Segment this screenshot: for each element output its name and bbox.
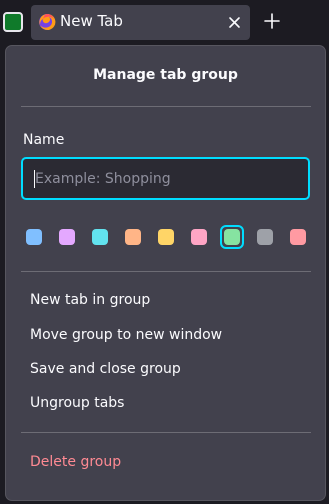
color-swatch-orange[interactable] <box>125 229 141 245</box>
color-swatch-purple[interactable] <box>59 229 75 245</box>
color-swatch-yellow[interactable] <box>158 229 174 245</box>
new-tab-plus-icon[interactable] <box>263 12 281 30</box>
name-placeholder: Example: Shopping <box>35 171 171 187</box>
color-swatch-blue[interactable] <box>26 229 42 245</box>
close-icon[interactable] <box>228 16 241 29</box>
divider <box>21 106 311 107</box>
color-swatch-red[interactable] <box>290 229 306 245</box>
delete-group-item[interactable]: Delete group <box>30 454 121 470</box>
color-swatch-pink[interactable] <box>191 229 207 245</box>
move-group-to-new-window-item[interactable]: Move group to new window <box>30 327 222 343</box>
color-swatch-cyan[interactable] <box>92 229 108 245</box>
color-swatch-gray[interactable] <box>257 229 273 245</box>
firefox-icon <box>39 13 56 30</box>
tab-group-label[interactable] <box>3 12 23 32</box>
divider <box>21 271 311 272</box>
tab-new-tab[interactable]: New Tab <box>31 5 250 40</box>
name-label: Name <box>23 132 65 148</box>
panel-title: Manage tab group <box>93 67 238 83</box>
ungroup-tabs-item[interactable]: Ungroup tabs <box>30 395 124 411</box>
tab-strip: New Tab <box>0 0 329 44</box>
manage-tab-group-panel: Manage tab group Name Example: Shopping … <box>5 45 326 501</box>
divider <box>21 432 311 433</box>
color-picker <box>6 222 325 252</box>
new-tab-in-group-item[interactable]: New tab in group <box>30 292 150 308</box>
save-and-close-group-item[interactable]: Save and close group <box>30 361 181 377</box>
color-swatch-green[interactable] <box>224 229 240 245</box>
tab-title: New Tab <box>60 12 123 30</box>
group-name-input[interactable]: Example: Shopping <box>21 157 310 200</box>
